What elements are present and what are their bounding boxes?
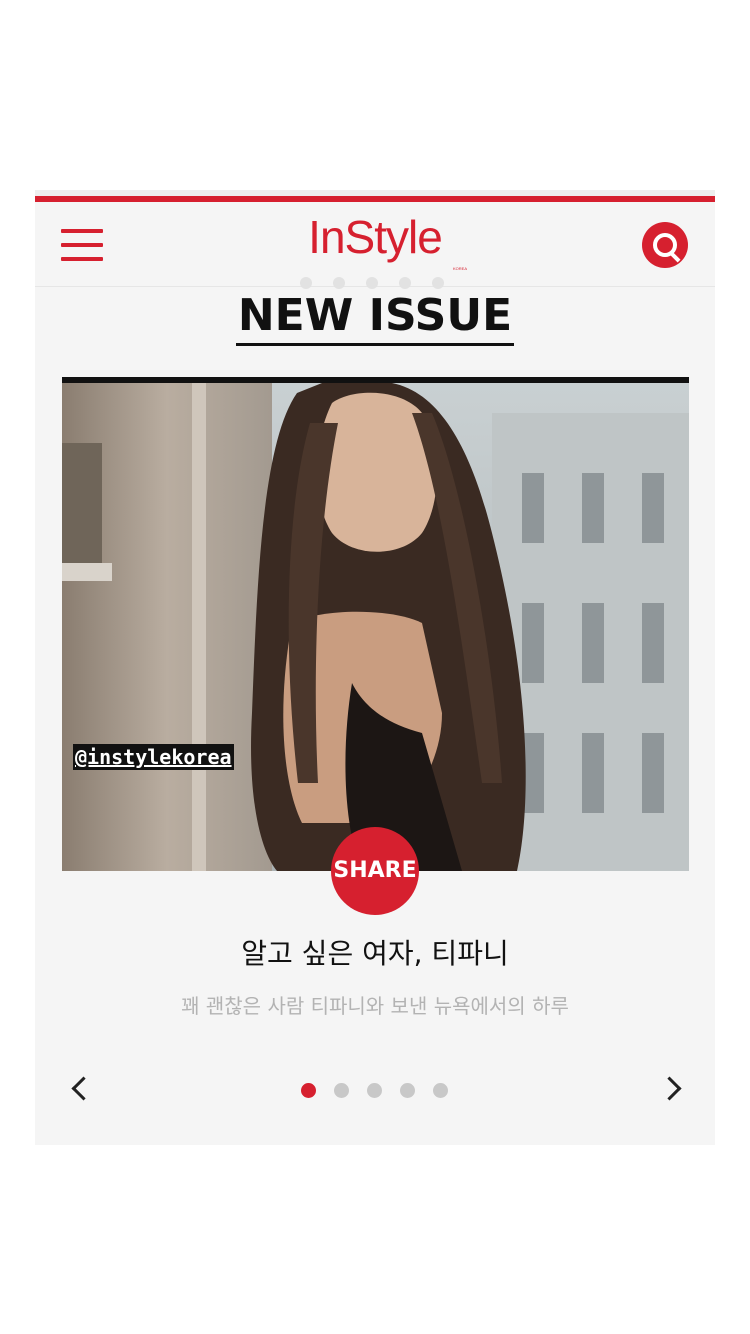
article-title[interactable]: 알고 싶은 여자, 티파니 [35, 932, 715, 972]
chevron-left-icon[interactable] [65, 1073, 96, 1103]
cover-image[interactable] [62, 377, 689, 871]
search-icon[interactable] [642, 222, 688, 268]
section-title: NEW ISSUE [35, 290, 715, 346]
share-button[interactable]: SHARE [331, 827, 419, 915]
chevron-right-icon[interactable] [657, 1073, 687, 1103]
cover-photo [62, 383, 689, 871]
instagram-handle: @instylekorea [73, 744, 234, 770]
page-dot-1[interactable] [301, 1083, 316, 1098]
logo-subtext: KOREA [453, 266, 468, 271]
article-subtitle: 꽤 괜찮은 사람 티파니와 보낸 뉴욕에서의 하루 [181, 994, 569, 1018]
section-title-text: NEW ISSUE [235, 290, 515, 346]
instyle-logo[interactable]: InStyle [35, 210, 715, 264]
page-dot-4[interactable] [400, 1083, 415, 1098]
header: InStyle KOREA [35, 202, 715, 289]
page-dot-3[interactable] [367, 1083, 382, 1098]
page-dot-2[interactable] [334, 1083, 349, 1098]
carousel-pagination [301, 1083, 451, 1099]
app-screen: InStyle KOREA NEW ISSUE @instylekorea SH… [35, 190, 715, 1145]
header-ghost-dots [300, 277, 450, 289]
page-dot-5[interactable] [433, 1083, 448, 1098]
